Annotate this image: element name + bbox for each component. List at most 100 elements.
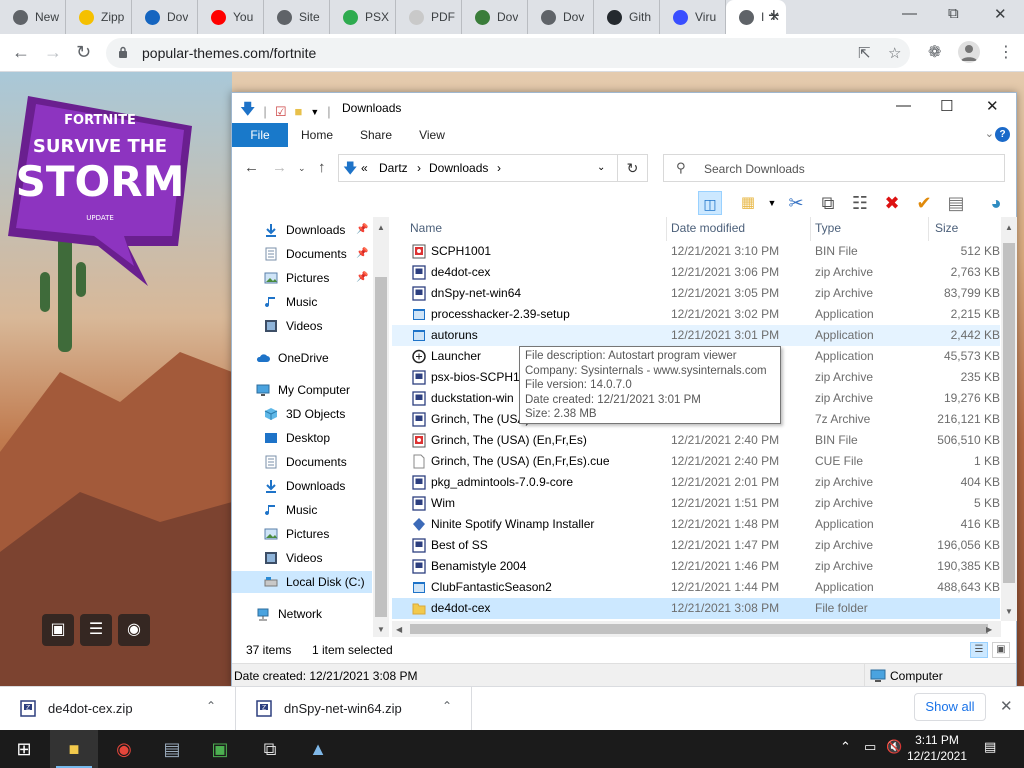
new-tab-button[interactable]: + (768, 5, 780, 28)
expand-ribbon-icon[interactable]: ⌄ (985, 127, 994, 140)
column-size[interactable]: Size (935, 221, 958, 235)
address-dropdown-icon[interactable]: ⌄ (597, 162, 605, 173)
search-box[interactable]: ⚲ Search Downloads (663, 154, 1005, 182)
back-icon[interactable]: ← (12, 42, 30, 63)
file-name[interactable]: Best of SS (431, 538, 667, 552)
nav-item-music-2[interactable]: Music (232, 499, 372, 521)
nav-item-network[interactable]: Network (232, 603, 372, 625)
nav-item-videos-2[interactable]: Videos (232, 547, 372, 569)
refresh-icon[interactable]: ↻ (618, 154, 648, 182)
download-item[interactable]: Z dnSpy-net-win64.zip ⌃ (236, 687, 472, 731)
details-view-icon[interactable]: ☰ (970, 642, 988, 658)
task-view-taskbar-icon[interactable]: ⧉ (246, 730, 294, 768)
process-hacker-taskbar-icon[interactable]: ▣ (196, 730, 244, 768)
browser-tab[interactable]: Dov (132, 0, 198, 34)
browser-tab[interactable]: Dov (528, 0, 594, 34)
nav-item-documents-2[interactable]: Documents (232, 451, 372, 473)
file-row[interactable]: Ninite Spotify Winamp Installer 12/21/202… (392, 514, 1000, 535)
back-icon[interactable]: ← (244, 159, 259, 176)
settings-sliders-icon[interactable]: ☰ (80, 614, 112, 646)
column-divider[interactable] (666, 217, 667, 241)
close-window-icon[interactable]: ✕ (994, 5, 1007, 23)
tab-share[interactable]: Share (350, 123, 402, 147)
dropdown-icon[interactable]: ▼ (760, 191, 784, 215)
notifications-icon[interactable]: ▤ (984, 739, 996, 755)
horizontal-scroll-thumb[interactable] (410, 624, 988, 634)
breadcrumb-overflow[interactable]: « (361, 161, 368, 175)
reload-icon[interactable]: ↻ (76, 42, 91, 63)
tab-file[interactable]: File (232, 123, 288, 147)
scroll-left-icon[interactable]: ◀ (396, 625, 402, 634)
file-row[interactable]: processhacker-2.39-setup 12/21/2021 3:02 … (392, 304, 1000, 325)
paste-icon[interactable]: ☷ (848, 191, 872, 215)
file-row[interactable]: SCPH1001 12/21/2021 3:10 PM BIN File 512 KB (392, 241, 1000, 262)
browser-tab[interactable]: PSX (330, 0, 396, 34)
file-row[interactable]: Best of SS 12/21/2021 1:47 PM zip Archive 1… (392, 535, 1000, 556)
file-explorer-taskbar-icon[interactable]: ■ (50, 730, 98, 768)
properties-icon[interactable]: ☑ (275, 104, 287, 120)
chrome-logo-icon[interactable]: ◉ (118, 614, 150, 646)
file-row[interactable]: de4dot-cex 12/21/2021 3:08 PM File folder (392, 598, 1000, 619)
file-name[interactable]: Grinch, The (USA) (En,Fr,Es).cue (431, 454, 667, 468)
chevron-up-icon[interactable]: ⌃ (442, 699, 452, 713)
file-name[interactable]: Ninite Spotify Winamp Installer (431, 517, 667, 531)
search-placeholder[interactable]: Search Downloads (704, 162, 805, 176)
nav-item-local-disk[interactable]: Local Disk (C:) (232, 571, 372, 593)
nav-item-my-computer[interactable]: My Computer (232, 379, 372, 401)
share-icon[interactable]: ⇱ (858, 44, 871, 62)
file-list-scroll-thumb[interactable] (1003, 243, 1015, 583)
nav-item-onedrive[interactable]: OneDrive (232, 347, 372, 369)
volume-muted-icon[interactable]: 🔇 (886, 739, 902, 755)
address-breadcrumb[interactable]: 🡇 « Dartz › Downloads › ⌄ (338, 154, 618, 182)
file-name[interactable]: dnSpy-net-win64 (431, 286, 667, 300)
browser-tab[interactable]: PDF (396, 0, 462, 34)
column-type[interactable]: Type (815, 221, 841, 235)
scroll-up-icon[interactable]: ▲ (377, 223, 385, 232)
column-divider[interactable] (928, 217, 929, 241)
browser-tab[interactable]: Viru (660, 0, 726, 34)
navigation-scroll-thumb[interactable] (375, 277, 387, 617)
nav-item-downloads-2[interactable]: Downloads (232, 475, 372, 497)
file-row[interactable]: pkg_admintools-7.0.9-core 12/21/2021 2:01… (392, 472, 1000, 493)
scroll-right-icon[interactable]: ▶ (986, 625, 992, 634)
show-all-button[interactable]: Show all (914, 693, 986, 721)
menu-kebab-icon[interactable]: ⋮ (998, 42, 1014, 62)
delete-icon[interactable]: ✖ (880, 191, 904, 215)
nav-item-pictures[interactable]: Pictures 📌 (232, 267, 372, 289)
download-name[interactable]: dnSpy-net-win64.zip (284, 701, 402, 716)
clock[interactable]: 3:11 PM 12/21/2021 (906, 732, 968, 764)
recent-locations-icon[interactable]: ⌄ (298, 163, 306, 174)
chrome-taskbar-icon[interactable]: ◉ (100, 730, 148, 768)
breadcrumb-dartz[interactable]: Dartz (379, 161, 408, 175)
nav-item-music[interactable]: Music (232, 291, 372, 313)
nav-item-videos[interactable]: Videos (232, 315, 372, 337)
file-row[interactable]: de4dot-cex 12/21/2021 3:06 PM zip Archive 2… (392, 262, 1000, 283)
network-icon[interactable]: ▭ (864, 739, 876, 755)
globe-icon[interactable]: ◕ (984, 191, 1008, 215)
maximize-icon[interactable]: ☐ (940, 97, 953, 115)
file-name[interactable]: ClubFantasticSeason2 (431, 580, 667, 594)
extensions-icon[interactable]: ❁ (928, 42, 941, 62)
cut-icon[interactable]: ✂ (784, 191, 808, 215)
minimize-icon[interactable]: — (896, 97, 911, 114)
file-name[interactable]: pkg_admintools-7.0.9-core (431, 475, 667, 489)
file-row[interactable]: Grinch, The (USA) (En,Fr,Es) 12/21/2021 2… (392, 430, 1000, 451)
browser-tab[interactable]: You (198, 0, 264, 34)
breadcrumb-separator[interactable]: › (417, 161, 421, 175)
close-icon[interactable]: ✕ (986, 97, 999, 115)
preview-pane-icon[interactable]: ◫ (698, 191, 722, 215)
file-name[interactable]: processhacker-2.39-setup (431, 307, 667, 321)
file-name[interactable]: de4dot-cex (431, 601, 667, 615)
nav-item-documents[interactable]: Documents 📌 (232, 243, 372, 265)
help-icon[interactable]: ? (995, 127, 1010, 142)
download-arrow-icon[interactable]: 🡇 (240, 99, 255, 124)
tab-home[interactable]: Home (292, 123, 342, 147)
browser-tab[interactable]: Dov (462, 0, 528, 34)
nav-item-downloads[interactable]: Downloads 📌 (232, 219, 372, 241)
app-taskbar-icon[interactable]: ▤ (148, 730, 196, 768)
browser-tab[interactable]: New (0, 0, 66, 34)
start-windows-icon[interactable]: ⊞ (0, 730, 48, 768)
download-name[interactable]: de4dot-cex.zip (48, 701, 133, 716)
browser-tab[interactable]: Zipp (66, 0, 132, 34)
chevron-up-icon[interactable]: ⌃ (206, 699, 216, 713)
